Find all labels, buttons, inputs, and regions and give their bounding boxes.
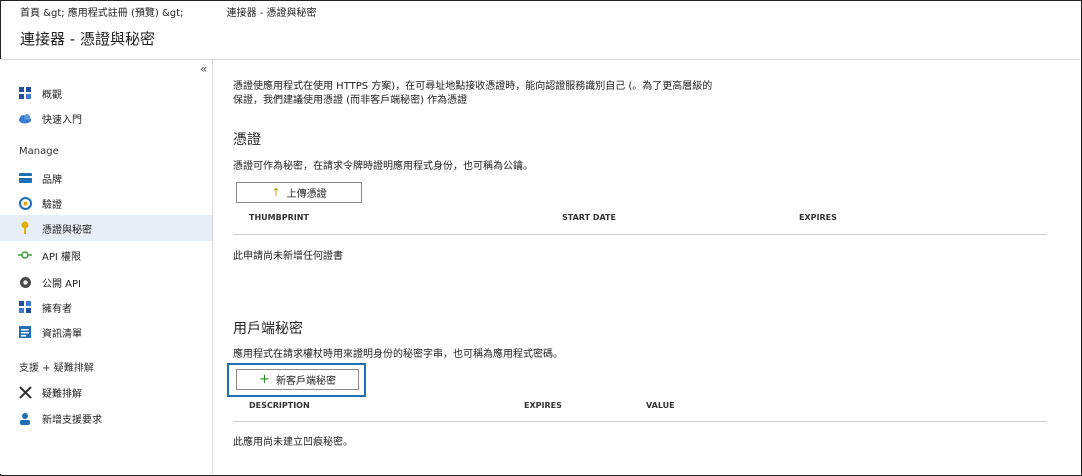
new-client-secret-button[interactable]: + 新客戶端秘密 (236, 369, 359, 390)
secrets-table-divider (233, 421, 1047, 422)
certificates-description: 憑證可作為秘密，在請求令牌時證明應用程式身份，也可稱為公鑰。 (233, 161, 533, 172)
new-client-secret-label: 新客戶端秘密 (275, 376, 336, 387)
sidebar-item-label: 品牌 (42, 174, 62, 186)
sidebar-item-label: 新增支援要求 (42, 414, 102, 426)
card-icon (18, 171, 32, 185)
upload-icon: ↑ (271, 186, 281, 199)
page-title: 連接器 - 憑證與秘密 (20, 30, 155, 48)
sidebar-item-label: 快速入門 (42, 114, 82, 126)
col-expires[interactable]: EXPIRES (799, 213, 837, 222)
sidebar-item-overview[interactable]: 概觀 (0, 80, 212, 106)
sidebar-item-label: 疑難排解 (42, 388, 82, 400)
manifest-icon (18, 325, 32, 339)
person-support-icon (18, 411, 32, 425)
api-icon (18, 248, 32, 262)
sidebar-item-new-support-request[interactable]: 新增支援要求 (0, 405, 212, 431)
certificates-heading: 憑證 (233, 132, 261, 148)
sidebar-item-api-permissions[interactable]: API 權限 (0, 242, 212, 268)
col-description[interactable]: DESCRIPTION (249, 401, 310, 410)
breadcrumb-current: 連接器 - 憑證與秘密 (226, 8, 317, 19)
sidebar-item-label: 概觀 (42, 89, 62, 101)
certificates-table-divider (233, 234, 1047, 235)
tools-icon (18, 385, 32, 399)
sidebar-item-manifest[interactable]: 資訊清單 (0, 319, 212, 345)
plus-icon: + (259, 372, 270, 387)
sidebar-item-certificates-secrets[interactable]: 憑證與秘密 (0, 215, 212, 241)
key-icon (18, 221, 32, 235)
manage-heading: Manage (19, 146, 59, 157)
breadcrumb-path[interactable]: 首頁 &gt; 應用程式註冊 (預覽) &gt; (20, 8, 183, 19)
grid-icon (18, 86, 32, 100)
certificates-empty-text: 此申請尚未新增任何證書 (233, 251, 343, 262)
col-start-date[interactable]: START DATE (562, 213, 616, 222)
sidebar-item-troubleshooting[interactable]: 疑難排解 (0, 379, 212, 405)
sidebar-item-label: API 權限 (42, 251, 81, 263)
collapse-sidebar-icon[interactable]: « (200, 62, 207, 76)
upload-certificate-label: 上傳憑證 (286, 189, 327, 200)
col-secret-expires[interactable]: EXPIRES (524, 401, 562, 410)
client-secrets-empty-text: 此應用尚未建立凹痕秘密。 (233, 437, 353, 448)
col-value[interactable]: VALUE (646, 401, 675, 410)
upload-certificate-button[interactable]: ↑ 上傳憑證 (236, 182, 362, 203)
client-secrets-heading: 用戶端秘密 (233, 321, 303, 337)
cloud-rocket-icon (18, 111, 32, 125)
refresh-icon (18, 196, 32, 210)
cloud-gear-icon (18, 275, 32, 289)
sidebar-item-label: 憑證與秘密 (42, 224, 92, 236)
sidebar-item-owners[interactable]: 擁有者 (0, 294, 212, 320)
support-heading: 支援 + 疑難排解 (19, 363, 94, 374)
sidebar-item-quickstart[interactable]: 快速入門 (0, 105, 212, 131)
sidebar-item-label: 驗證 (42, 199, 62, 211)
intro-text: 憑證使應用程式在使用 HTTPS 方案)，在可尋址地點接收憑證時，能向認證服務識… (233, 81, 713, 106)
client-secrets-description: 應用程式在請求權杖時用來證明身份的秘密字串，也可稱為應用程式密碼。 (233, 349, 563, 360)
people-grid-icon (18, 300, 32, 314)
sidebar-item-label: 資訊清單 (42, 328, 82, 340)
sidebar-item-label: 公開 API (42, 278, 81, 290)
sidebar-item-authentication[interactable]: 驗證 (0, 190, 212, 216)
sidebar-item-expose-api[interactable]: 公開 API (0, 269, 212, 295)
sidebar-item-label: 擁有者 (42, 303, 72, 315)
col-thumbprint[interactable]: THUMBPRINT (249, 213, 309, 222)
breadcrumb: 首頁 &gt; 應用程式註冊 (預覽) &gt; 連接器 - 憑證與秘密 (20, 4, 357, 19)
sidebar-item-branding[interactable]: 品牌 (0, 165, 212, 191)
